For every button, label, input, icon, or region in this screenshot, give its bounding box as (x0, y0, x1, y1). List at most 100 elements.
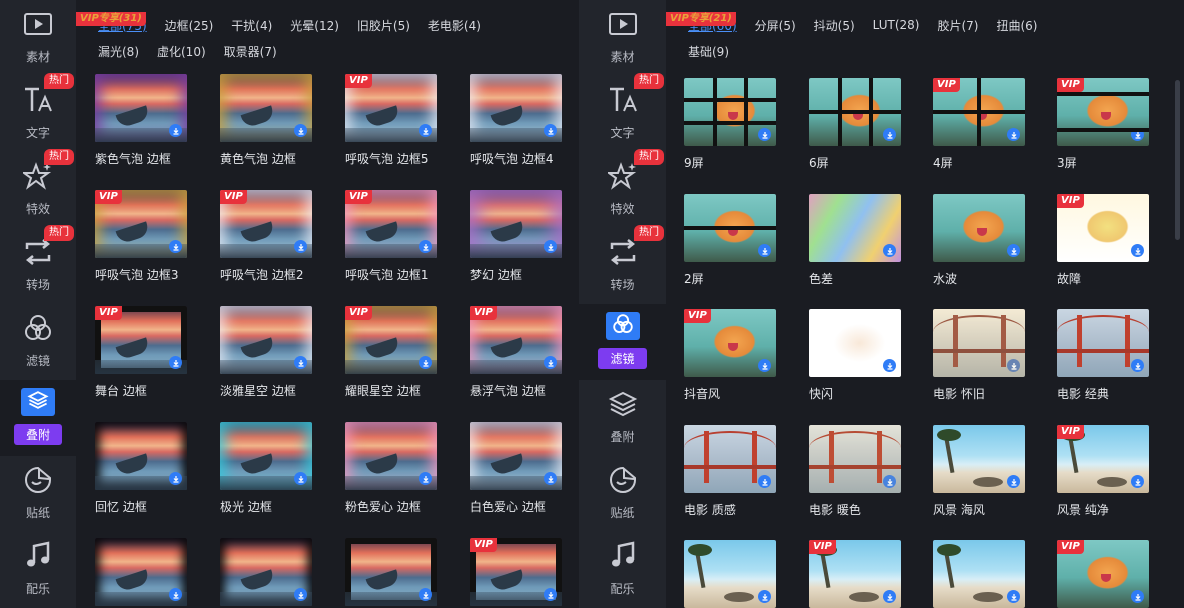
asset-card[interactable]: VIP 风景 纯净 (1057, 425, 1149, 518)
scrollbar[interactable] (1175, 80, 1180, 240)
asset-card[interactable]: 呼吸气泡 边框4 (470, 74, 562, 167)
download-icon[interactable] (883, 244, 896, 257)
asset-card[interactable]: 9屏 (684, 78, 776, 171)
sidebar-item-text[interactable]: 文字 热门 (579, 73, 666, 152)
sidebar-item-transition[interactable]: 转场 热门 (0, 225, 76, 304)
download-icon[interactable] (294, 588, 307, 601)
asset-card[interactable]: 电影 经典 (1057, 309, 1149, 402)
download-icon[interactable] (169, 472, 182, 485)
download-icon[interactable] (419, 356, 432, 369)
asset-card[interactable]: VIP 3屏 (1057, 78, 1149, 171)
asset-card[interactable]: 梦幻 边框 (470, 190, 562, 283)
category-tab[interactable]: 分屏(5) (755, 17, 796, 34)
category-tab[interactable]: 漏光(8) (98, 43, 139, 60)
download-icon[interactable] (544, 356, 557, 369)
category-tab[interactable]: 老电影(4) (428, 17, 481, 34)
asset-card[interactable] (95, 538, 187, 606)
download-icon[interactable] (1007, 590, 1020, 603)
asset-card[interactable]: VIP 舞台 边框 (95, 306, 187, 399)
category-tab[interactable]: 取景器(7) (224, 43, 277, 60)
category-tab[interactable]: 干扰(4) (231, 17, 272, 34)
sidebar-item-filter[interactable]: 滤镜 (0, 304, 76, 380)
category-tab[interactable]: 扭曲(6) (996, 17, 1037, 34)
category-tab[interactable]: 边框(25) (165, 17, 214, 34)
download-icon[interactable] (758, 475, 771, 488)
download-icon[interactable] (544, 124, 557, 137)
download-icon[interactable] (1007, 359, 1020, 372)
download-icon[interactable] (1007, 244, 1020, 257)
sidebar-item-effects[interactable]: 特效 热门 (579, 149, 666, 228)
asset-card[interactable]: 风景 海风 (933, 425, 1025, 518)
asset-card[interactable]: VIP (809, 540, 901, 608)
category-tab[interactable]: 虚化(10) (157, 43, 206, 60)
asset-card[interactable]: 色差 (809, 194, 901, 287)
asset-card[interactable]: 紫色气泡 边框 (95, 74, 187, 167)
category-tab[interactable]: 旧胶片(5) (357, 17, 410, 34)
download-icon[interactable] (169, 124, 182, 137)
asset-card[interactable] (220, 538, 312, 606)
asset-card[interactable]: VIP 耀眼星空 边框 (345, 306, 437, 399)
download-icon[interactable] (419, 240, 432, 253)
asset-card[interactable] (933, 540, 1025, 608)
download-icon[interactable] (169, 240, 182, 253)
category-tab[interactable]: 胶片(7) (937, 17, 978, 34)
download-icon[interactable] (758, 359, 771, 372)
sidebar-item-material[interactable]: 素材 (0, 0, 76, 76)
download-icon[interactable] (294, 124, 307, 137)
asset-card[interactable]: 粉色爱心 边框 (345, 422, 437, 515)
category-tab[interactable]: 抖动(5) (814, 17, 855, 34)
category-tab[interactable]: VIP专享(21) (666, 12, 736, 26)
download-icon[interactable] (169, 356, 182, 369)
sidebar-item-music[interactable]: 配乐 (0, 532, 76, 608)
category-tab[interactable]: 基础(9) (688, 43, 729, 60)
asset-card[interactable]: 6屏 (809, 78, 901, 171)
asset-card[interactable]: 电影 质感 (684, 425, 776, 518)
asset-card[interactable]: 电影 暖色 (809, 425, 901, 518)
download-icon[interactable] (419, 588, 432, 601)
category-tab[interactable]: VIP专享(31) (76, 12, 146, 26)
asset-card[interactable]: VIP (1057, 540, 1149, 608)
asset-card[interactable]: 快闪 (809, 309, 901, 402)
sidebar-item-material[interactable]: 素材 (579, 0, 666, 76)
asset-card[interactable]: 淡雅星空 边框 (220, 306, 312, 399)
asset-card[interactable]: VIP 4屏 (933, 78, 1025, 171)
download-icon[interactable] (294, 240, 307, 253)
sidebar-item-sticker[interactable]: 贴纸 (0, 456, 76, 532)
sidebar-item-transition[interactable]: 转场 热门 (579, 225, 666, 304)
asset-card[interactable]: 电影 怀旧 (933, 309, 1025, 402)
sidebar-item-text[interactable]: 文字 热门 (0, 73, 76, 152)
download-icon[interactable] (544, 240, 557, 253)
sidebar-item-overlay[interactable]: 叠附 (579, 380, 666, 456)
asset-card[interactable]: 白色爱心 边框 (470, 422, 562, 515)
sidebar-item-effects[interactable]: 特效 热门 (0, 149, 76, 228)
asset-card[interactable] (684, 540, 776, 608)
category-tab[interactable]: 光晕(12) (290, 17, 339, 34)
download-icon[interactable] (1131, 359, 1144, 372)
asset-card[interactable]: VIP 故障 (1057, 194, 1149, 287)
asset-card[interactable]: 水波 (933, 194, 1025, 287)
asset-card[interactable]: 2屏 (684, 194, 776, 287)
download-icon[interactable] (1007, 475, 1020, 488)
download-icon[interactable] (1131, 590, 1144, 603)
download-icon[interactable] (883, 590, 896, 603)
download-icon[interactable] (294, 356, 307, 369)
download-icon[interactable] (169, 588, 182, 601)
category-tab[interactable]: LUT(28) (873, 18, 920, 32)
download-icon[interactable] (544, 588, 557, 601)
download-icon[interactable] (883, 359, 896, 372)
asset-card[interactable]: VIP 呼吸气泡 边框1 (345, 190, 437, 283)
download-icon[interactable] (883, 475, 896, 488)
download-icon[interactable] (419, 472, 432, 485)
asset-card[interactable]: 黄色气泡 边框 (220, 74, 312, 167)
sidebar-item-filter[interactable]: 滤镜 (579, 304, 666, 380)
download-icon[interactable] (1131, 244, 1144, 257)
download-icon[interactable] (544, 472, 557, 485)
asset-card[interactable]: VIP (470, 538, 562, 606)
sidebar-item-overlay[interactable]: 叠附 (0, 380, 76, 456)
asset-card[interactable]: VIP 呼吸气泡 边框3 (95, 190, 187, 283)
asset-card[interactable]: VIP 抖音风 (684, 309, 776, 402)
asset-card[interactable]: 极光 边框 (220, 422, 312, 515)
download-icon[interactable] (419, 124, 432, 137)
sidebar-item-sticker[interactable]: 贴纸 (579, 456, 666, 532)
download-icon[interactable] (1131, 475, 1144, 488)
